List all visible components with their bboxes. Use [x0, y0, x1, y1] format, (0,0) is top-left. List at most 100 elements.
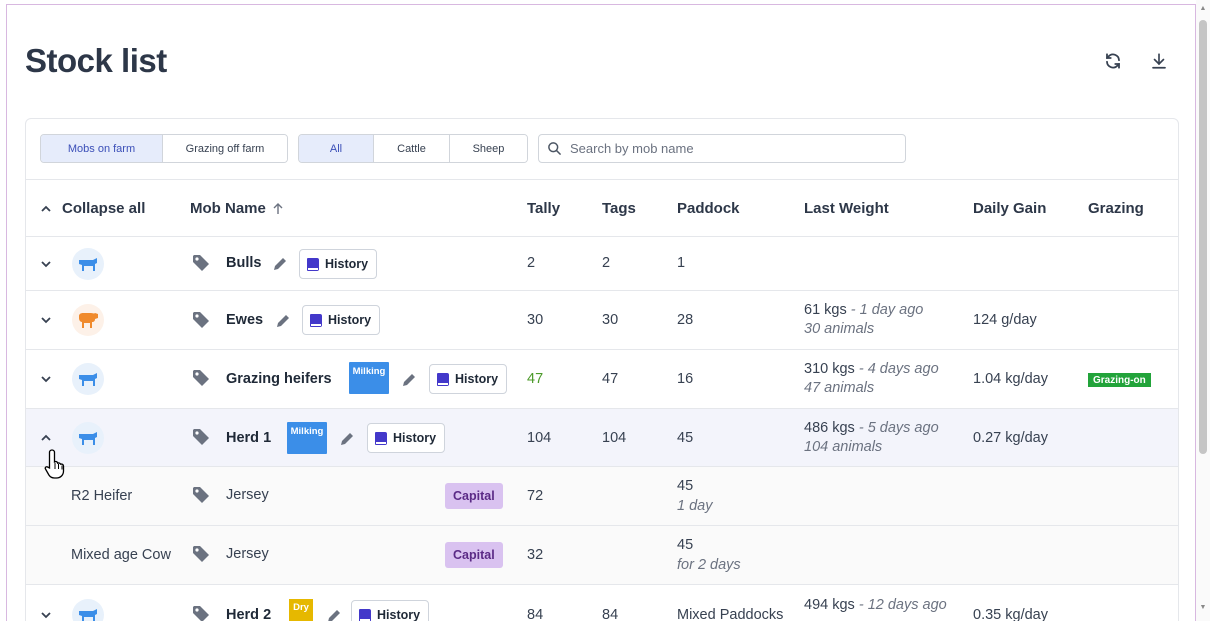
pencil-icon[interactable]	[273, 257, 287, 271]
book-icon	[307, 257, 319, 271]
book-icon	[375, 431, 387, 445]
search-input[interactable]	[570, 141, 890, 156]
history-button[interactable]: History	[299, 249, 378, 279]
page-title: Stock list	[25, 42, 167, 79]
mob-name[interactable]: Ewes	[226, 312, 263, 328]
paddock-header[interactable]: Paddock	[677, 200, 740, 217]
list-item: Mixed age Cow Jersey Capital 32 45 for 2…	[26, 526, 1178, 585]
table-row[interactable]: Herd 1 Milking History 104 104 45 486 kg…	[26, 409, 1178, 467]
cow-icon	[79, 373, 97, 386]
history-label: History	[455, 372, 499, 386]
last-weight-value: 486 kgs - 5 days ago	[804, 420, 939, 436]
chevron-down-icon[interactable]	[40, 314, 52, 326]
daily-gain-value: 124 g/day	[973, 312, 1037, 328]
chevron-up-icon	[41, 205, 51, 212]
tag-icon	[193, 487, 209, 503]
tag-icon	[193, 429, 209, 445]
collapse-all-label: Collapse all	[62, 200, 146, 217]
history-label: History	[328, 313, 372, 327]
download-icon[interactable]	[1148, 50, 1170, 72]
table-row[interactable]: Grazing heifers Milking History 47 47 16…	[26, 350, 1178, 409]
pencil-icon[interactable]	[276, 314, 290, 328]
history-button[interactable]: History	[429, 364, 508, 394]
mob-name[interactable]: Herd 1	[226, 430, 271, 446]
tags-header[interactable]: Tags	[602, 200, 636, 217]
history-button[interactable]: History	[302, 305, 381, 335]
history-button[interactable]: History	[367, 423, 446, 453]
mob-name[interactable]: Grazing heifers	[226, 371, 332, 387]
tags-value: 104	[602, 430, 627, 446]
weight-animals: 104 animals	[804, 439, 883, 455]
tag-icon	[193, 606, 209, 621]
filter-all[interactable]: All	[299, 135, 374, 162]
stock-table-card: Mobs on farm Grazing off farm All Cattle…	[25, 118, 1179, 621]
history-button[interactable]: History	[351, 600, 430, 621]
search-icon	[548, 142, 561, 155]
weight-amount: 310 kgs	[804, 361, 855, 377]
chevron-down-icon[interactable]	[40, 609, 52, 621]
paddock-value: 1	[677, 255, 686, 271]
collapse-all-button[interactable]: Collapse all	[40, 200, 145, 217]
tags-value: 84	[602, 607, 619, 621]
vertical-scrollbar[interactable]: ▲ ▼	[1196, 0, 1210, 621]
search-box	[538, 134, 906, 163]
chevron-down-icon[interactable]	[40, 373, 52, 385]
pencil-icon[interactable]	[402, 373, 416, 387]
chevron-up-icon[interactable]	[40, 432, 52, 444]
tally-value: 2	[527, 255, 536, 271]
tally-value: 104	[527, 430, 552, 446]
filter-sheep[interactable]: Sheep	[450, 135, 527, 162]
tally-value: 47	[527, 371, 544, 387]
daily-gain-value: 1.04 kg/day	[973, 371, 1048, 387]
tally-header[interactable]: Tally	[527, 200, 560, 217]
capital-badge: Capital	[445, 542, 503, 568]
daily-gain-header[interactable]: Daily Gain	[973, 200, 1046, 217]
paddock-value: 45	[677, 537, 694, 553]
table-row[interactable]: Bulls History 2 2 1	[26, 237, 1178, 291]
paddock-duration: for 2 days	[677, 557, 741, 573]
scrollbar-thumb[interactable]	[1199, 20, 1207, 454]
top-toolbar	[1102, 50, 1170, 72]
filter-cattle[interactable]: Cattle	[374, 135, 450, 162]
list-item: R2 Heifer Jersey Capital 72 45 1 day	[26, 467, 1178, 526]
cattle-avatar	[72, 599, 104, 621]
scroll-down-icon[interactable]: ▼	[1199, 604, 1207, 612]
cattle-avatar	[72, 363, 104, 395]
grazing-on-badge: Grazing-on	[1088, 373, 1151, 387]
filter-mobs-on-farm[interactable]: Mobs on farm	[41, 135, 163, 162]
tags-value: 2	[602, 255, 611, 271]
tally-value: 32	[527, 547, 544, 563]
pencil-icon[interactable]	[340, 432, 354, 446]
paddock-value: Mixed Paddocks	[677, 607, 784, 621]
tag-icon	[193, 370, 209, 386]
weight-amount: 494 kgs	[804, 597, 855, 613]
refresh-icon[interactable]	[1102, 50, 1124, 72]
grazing-header[interactable]: Grazing	[1088, 200, 1144, 217]
pencil-icon[interactable]	[327, 609, 341, 621]
tally-value: 30	[527, 312, 544, 328]
species-filter: All Cattle Sheep	[298, 134, 528, 163]
weight-ago: 1 day ago	[859, 302, 924, 318]
table-row[interactable]: Herd 2 Dry History 84 84 Mixed Paddocks …	[26, 585, 1178, 621]
table-row[interactable]: Ewes History 30 30 28 61 kgs - 1 day ago…	[26, 291, 1178, 350]
weight-ago: 5 days ago	[867, 420, 939, 436]
mob-name[interactable]: Herd 2	[226, 607, 271, 621]
mob-name-header[interactable]: Mob Name	[190, 200, 284, 217]
tag-icon	[193, 546, 209, 562]
paddock-value: 28	[677, 312, 694, 328]
scroll-up-icon[interactable]: ▲	[1199, 5, 1207, 13]
weight-ago: 4 days ago	[867, 361, 939, 377]
capital-badge: Capital	[445, 483, 503, 509]
paddock-value: 45	[677, 430, 694, 446]
daily-gain-value: 0.27 kg/day	[973, 430, 1048, 446]
weight-ago: 12 days ago	[867, 597, 947, 613]
paddock-value: 16	[677, 371, 694, 387]
milking-badge: Milking	[349, 362, 389, 394]
last-weight-value: 310 kgs - 4 days ago	[804, 361, 939, 377]
last-weight-header[interactable]: Last Weight	[804, 200, 889, 217]
filter-grazing-off-farm[interactable]: Grazing off farm	[163, 135, 287, 162]
sort-ascending-icon	[273, 203, 283, 214]
chevron-down-icon[interactable]	[40, 258, 52, 270]
breed-name: Jersey	[226, 546, 269, 562]
mob-name[interactable]: Bulls	[226, 255, 261, 271]
